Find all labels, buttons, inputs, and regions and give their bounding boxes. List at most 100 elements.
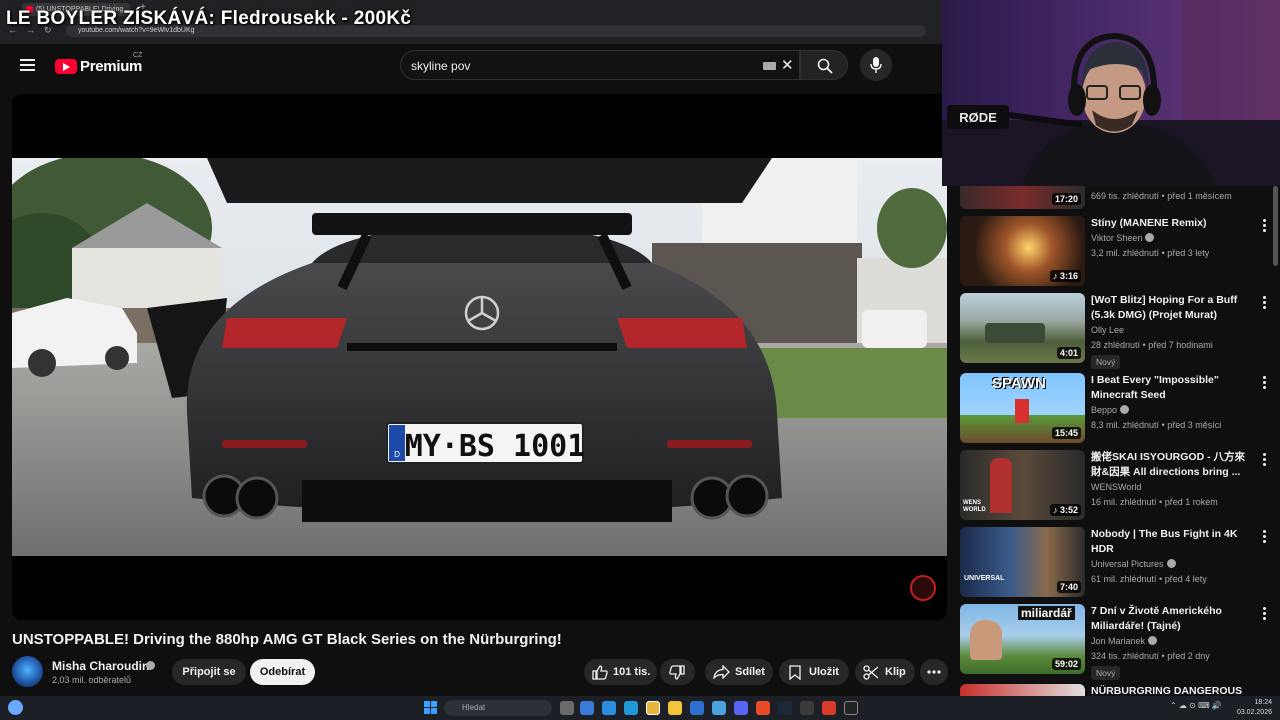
save-button[interactable]: Uložit	[779, 659, 849, 685]
verified-badge-icon	[1166, 559, 1176, 568]
recommendation-item[interactable]: UNIVERSAL 7:40 Nobody | The Bus Fight in…	[960, 527, 1280, 599]
verified-badge-icon	[146, 661, 155, 670]
channel-name[interactable]: Jon Marianek	[1091, 636, 1158, 646]
dislike-button[interactable]	[660, 659, 695, 685]
video-title: UNSTOPPABLE! Driving the 880hp AMG GT Bl…	[12, 631, 562, 648]
task-view-icon[interactable]	[560, 701, 574, 715]
new-badge: Nový	[1091, 355, 1121, 369]
video-title[interactable]: [WoT Blitz] Hoping For a Buff (5.3k DMG)…	[1091, 293, 1251, 323]
steam-icon[interactable]	[778, 701, 792, 715]
windows-taskbar: Hledat ⌃ ☁ ⊙ ⌨ 🔊 18:24 03.02.2026	[0, 696, 1280, 720]
chrome-icon[interactable]	[646, 701, 660, 715]
taskbar-search-input[interactable]: Hledat	[444, 700, 552, 716]
widgets-icon[interactable]	[580, 701, 594, 715]
channel-name[interactable]: Beppo	[1091, 405, 1130, 415]
video-thumbnail[interactable]: ♪ 3:16	[960, 216, 1085, 286]
app-icon[interactable]	[822, 701, 836, 715]
video-title[interactable]: I Beat Every "Impossible" Minecraft Seed	[1091, 373, 1251, 403]
license-plate-text: MY·BS 1001	[405, 429, 586, 464]
webcam-overlay: RØDE	[942, 0, 1280, 186]
youtube-logo-icon	[55, 58, 77, 74]
video-thumbnail[interactable]	[960, 684, 1085, 696]
search-input[interactable]	[411, 58, 741, 74]
share-button[interactable]: Sdílet	[705, 659, 773, 685]
stream-overlay-title: LE BOYLER ZÍSKÁVÁ: Fledrousekk - 200Kč	[6, 8, 412, 29]
recommendation-item[interactable]: SPAWN 15:45 I Beat Every "Impossible" Mi…	[960, 373, 1280, 445]
app-icon[interactable]	[690, 701, 704, 715]
verified-badge-icon	[1148, 636, 1158, 645]
thumbs-up-icon	[592, 665, 608, 680]
video-duration: ♪ 3:16	[1049, 270, 1081, 282]
subscribed-button[interactable]: Odebírat	[250, 659, 315, 685]
video-title[interactable]: 7 Dní v Životě Amerického Miliardáře! (T…	[1091, 604, 1251, 634]
more-options-icon[interactable]	[1263, 453, 1267, 467]
video-thumbnail[interactable]: UNIVERSAL 7:40	[960, 527, 1085, 597]
weather-icon[interactable]	[8, 700, 23, 715]
app-icon[interactable]	[712, 701, 726, 715]
channel-name[interactable]: Universal Pictures	[1091, 559, 1176, 569]
recommendation-item[interactable]: miliardář 59:02 7 Dní v Životě Americkéh…	[960, 604, 1280, 680]
like-button[interactable]: 101 tis.	[584, 659, 657, 685]
hamburger-menu-icon[interactable]	[20, 59, 35, 71]
channel-name[interactable]: Olly Lee	[1091, 325, 1124, 335]
video-duration: 4:01	[1056, 347, 1081, 359]
recommendation-item[interactable]: ♪ 3:16 Stíny (MANENE Remix) Viktor Sheen…	[960, 216, 1280, 288]
channel-watermark-icon[interactable]	[910, 575, 936, 601]
verified-badge-icon	[1145, 233, 1155, 242]
discord-icon[interactable]	[734, 701, 748, 715]
thumbnail-text: SPAWN	[992, 375, 1046, 392]
thumbs-down-icon	[669, 665, 685, 680]
recommendation-item[interactable]: NÜRBURGRING DANGEROUS &	[960, 684, 1280, 696]
more-actions-button[interactable]	[920, 659, 948, 685]
keyboard-icon[interactable]	[763, 62, 776, 70]
app-icon[interactable]	[844, 701, 858, 715]
recommendation-item[interactable]: 17:20 669 tis. zhlédnutí • před 1 měsíce…	[960, 186, 1280, 211]
youtube-premium-logo[interactable]: Premium	[55, 56, 142, 76]
recommendation-item[interactable]: 4:01 [WoT Blitz] Hoping For a Buff (5.3k…	[960, 293, 1280, 369]
video-thumbnail[interactable]: miliardář 59:02	[960, 604, 1085, 674]
store-icon[interactable]	[602, 701, 616, 715]
obs-icon[interactable]	[800, 701, 814, 715]
video-thumbnail[interactable]: SPAWN 15:45	[960, 373, 1085, 443]
more-options-icon[interactable]	[1263, 530, 1267, 544]
video-title[interactable]: Nobody | The Bus Fight in 4K HDR	[1091, 527, 1251, 557]
channel-name[interactable]: Misha Charoudin	[52, 659, 149, 673]
clip-button[interactable]: Klip	[855, 659, 915, 685]
more-options-icon[interactable]	[1263, 296, 1267, 310]
thumbnail-text: miliardář	[1018, 606, 1075, 620]
taskbar-clock[interactable]: 18:24 03.02.2026	[1232, 698, 1272, 718]
channel-name[interactable]: Viktor Sheen	[1091, 233, 1155, 243]
more-options-icon[interactable]	[1263, 607, 1267, 621]
youtube-header: Premium CZ ✕	[0, 44, 942, 88]
recommendation-item[interactable]: WENS WORLD ♪ 3:52 搬佬SKAI ISYOURGOD - 八方來…	[960, 450, 1280, 522]
video-thumbnail[interactable]: 4:01	[960, 293, 1085, 363]
verified-badge-icon	[1120, 405, 1130, 414]
more-options-icon[interactable]	[1263, 376, 1267, 390]
file-explorer-icon[interactable]	[668, 701, 682, 715]
mic-brand-text: RØDE	[959, 110, 997, 125]
video-player[interactable]: D MY·BS 1001	[12, 94, 947, 620]
video-duration: ♪ 3:52	[1049, 504, 1081, 516]
sidebar-scrollbar[interactable]	[1273, 186, 1278, 266]
clear-search-icon[interactable]: ✕	[781, 56, 794, 74]
video-frame[interactable]: D MY·BS 1001	[12, 158, 947, 556]
clock-date: 03.02.2026	[1236, 709, 1272, 716]
video-title[interactable]: 搬佬SKAI ISYOURGOD - 八方來財&因果 All direction…	[1091, 450, 1251, 480]
join-button[interactable]: Připojit se	[172, 659, 246, 685]
more-options-icon[interactable]	[1263, 219, 1267, 233]
video-title[interactable]: NÜRBURGRING DANGEROUS &	[1091, 684, 1251, 696]
video-thumbnail[interactable]: WENS WORLD ♪ 3:52	[960, 450, 1085, 520]
windows-start-icon[interactable]	[424, 701, 438, 715]
logo-country-code: CZ	[133, 52, 143, 59]
system-tray[interactable]: ⌃ ☁ ⊙ ⌨ 🔊	[1170, 701, 1222, 710]
video-title[interactable]: Stíny (MANENE Remix)	[1091, 216, 1251, 231]
channel-avatar[interactable]	[12, 656, 43, 687]
channel-name[interactable]: WENSWorld	[1091, 482, 1141, 492]
video-thumbnail[interactable]: 17:20	[960, 186, 1085, 209]
edge-icon[interactable]	[624, 701, 638, 715]
voice-search-button[interactable]	[860, 49, 892, 81]
search-button[interactable]	[800, 50, 848, 80]
channel-name-text: Jon Marianek	[1091, 636, 1146, 646]
app-icon[interactable]	[756, 701, 770, 715]
save-label: Uložit	[809, 666, 839, 678]
